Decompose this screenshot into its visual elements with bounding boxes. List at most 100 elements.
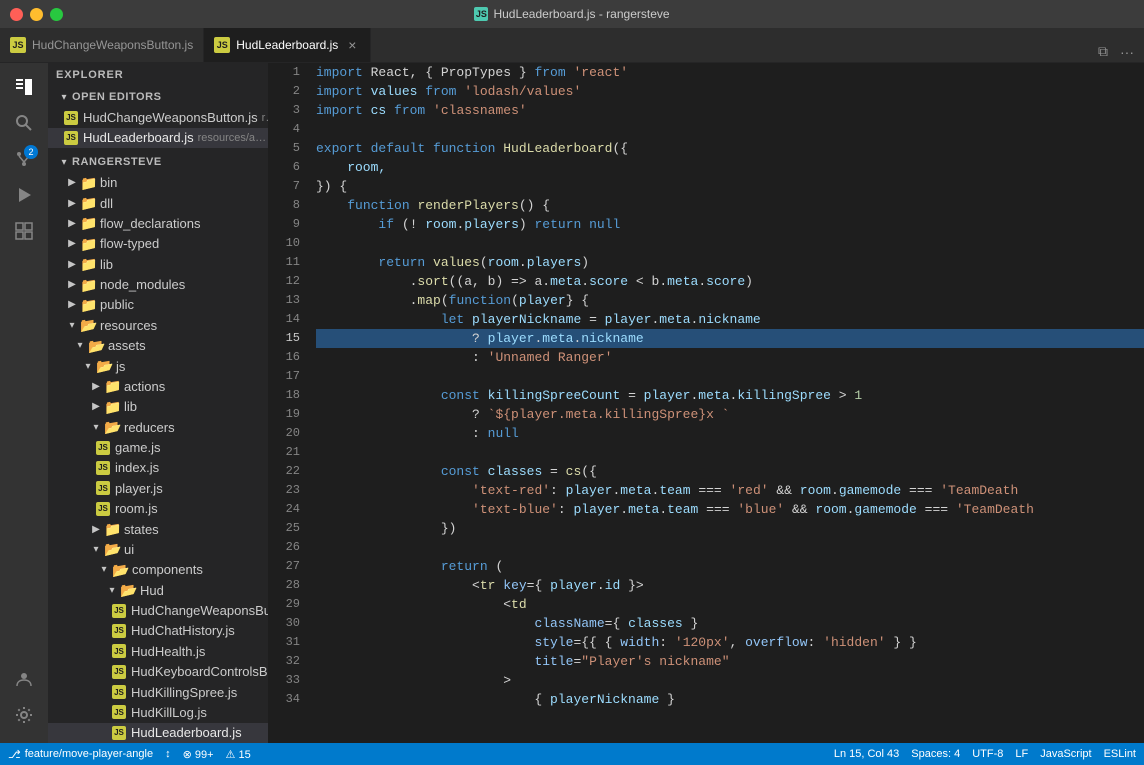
debug-icon[interactable] — [8, 179, 40, 211]
folder-flow-declarations[interactable]: ▶ 📁 flow_declarations — [48, 213, 268, 233]
line-ending-status[interactable]: LF — [1015, 748, 1028, 760]
folder-icon: 📂 — [104, 419, 120, 435]
open-editor-hudchangeweapons[interactable]: JS HudChangeWeaponsButton.js resources/a… — [48, 107, 268, 127]
js-file-icon: JS — [112, 624, 126, 638]
branch-name: feature/move-player-angle — [25, 748, 153, 760]
folder-node-modules[interactable]: ▶ 📁 node_modules — [48, 274, 268, 294]
file-hudchathistory[interactable]: JS HudChatHistory.js — [48, 621, 268, 641]
maximize-button[interactable] — [50, 8, 63, 21]
folder-icon: 📂 — [104, 541, 120, 557]
line-number: 16 — [268, 348, 300, 367]
code-lines[interactable]: import React, { PropTypes } from 'react'… — [308, 63, 1144, 743]
tab-label: HudLeaderboard.js — [236, 38, 338, 52]
tab-label: HudChangeWeaponsButton.js — [32, 38, 193, 52]
code-line: : 'Unnamed Ranger' — [316, 348, 1144, 367]
file-hudhealth[interactable]: JS HudHealth.js — [48, 641, 268, 661]
file-room-js[interactable]: JS room.js — [48, 499, 268, 519]
line-number: 2 — [268, 82, 300, 101]
file-hudkeyboardcontrolsbutton[interactable]: JS HudKeyboardControlsButton.js — [48, 662, 268, 682]
folder-actions[interactable]: ▶ 📁 actions — [48, 376, 268, 396]
errors-label: ⊗ 99+ — [183, 748, 214, 761]
folder-public[interactable]: ▶ 📁 public — [48, 295, 268, 315]
file-player-js[interactable]: JS player.js — [48, 478, 268, 498]
tab-hudleaderboard[interactable]: JS HudLeaderboard.js × — [204, 27, 371, 62]
folder-lib[interactable]: ▶ 📁 lib — [48, 254, 268, 274]
folder-components[interactable]: ▾ 📂 components — [48, 560, 268, 580]
file-hudkillingspree[interactable]: JS HudKillingSpree.js — [48, 682, 268, 702]
folder-dll[interactable]: ▶ 📁 dll — [48, 193, 268, 213]
encoding-status[interactable]: UTF-8 — [972, 748, 1003, 760]
file-hudleaderboard[interactable]: JS HudLeaderboard.js — [48, 723, 268, 743]
errors-status[interactable]: ⊗ 99+ — [183, 748, 214, 761]
extensions-icon[interactable] — [8, 215, 40, 247]
folder-arrow: ▾ — [88, 419, 104, 435]
line-number: 6 — [268, 158, 300, 177]
close-button[interactable] — [10, 8, 23, 21]
folder-arrow: ▶ — [64, 175, 80, 191]
js-file-icon: JS — [64, 131, 78, 145]
code-line: import values from 'lodash/values' — [316, 82, 1144, 101]
more-button[interactable]: ··· — [1118, 42, 1136, 62]
folder-reducers[interactable]: ▾ 📂 reducers — [48, 417, 268, 437]
folder-icon: 📁 — [80, 175, 96, 191]
file-game-js[interactable]: JS game.js — [48, 437, 268, 457]
folder-icon: 📂 — [88, 338, 104, 354]
spaces-status[interactable]: Spaces: 4 — [911, 748, 960, 760]
root-header[interactable]: ▾ RANGERSTEVE — [48, 152, 268, 172]
line-number: 15 — [268, 329, 300, 348]
file-label: HudHealth.js — [131, 644, 205, 659]
code-line: > — [316, 671, 1144, 690]
sync-status[interactable]: ↕ — [165, 748, 171, 760]
folder-hud[interactable]: ▾ 📂 Hud — [48, 580, 268, 600]
account-icon[interactable] — [8, 663, 40, 695]
folder-states[interactable]: ▶ 📁 states — [48, 519, 268, 539]
linter-status[interactable]: ESLint — [1104, 748, 1136, 760]
folder-lib2[interactable]: ▶ 📁 lib — [48, 397, 268, 417]
folder-resources[interactable]: ▾ 📂 resources — [48, 315, 268, 335]
folder-ui[interactable]: ▾ 📂 ui — [48, 539, 268, 559]
file-hudchangeweaponsbutton[interactable]: JS HudChangeWeaponsButton.js — [48, 600, 268, 620]
js-file-icon: JS — [96, 441, 110, 455]
file-index-js[interactable]: JS index.js — [48, 458, 268, 478]
folder-assets[interactable]: ▾ 📂 assets — [48, 336, 268, 356]
line-number: 3 — [268, 101, 300, 120]
code-area[interactable]: 1234567891011121314151617181920212223242… — [268, 63, 1144, 743]
settings-icon[interactable] — [8, 699, 40, 731]
language-status[interactable]: JavaScript — [1040, 748, 1091, 760]
js-file-icon: JS — [112, 705, 126, 719]
open-editor-name: HudChangeWeaponsButton.js — [83, 110, 258, 125]
branch-status[interactable]: ⎇ feature/move-player-angle — [8, 748, 153, 761]
warnings-status[interactable]: ⚠ 15 — [226, 748, 251, 761]
tab-close-button[interactable]: × — [344, 37, 360, 53]
folder-bin[interactable]: ▶ 📁 bin — [48, 173, 268, 193]
search-icon[interactable] — [8, 107, 40, 139]
explorer-icon[interactable] — [8, 71, 40, 103]
code-line: import React, { PropTypes } from 'react' — [316, 63, 1144, 82]
split-editor-button[interactable]: ⧉ — [1096, 41, 1110, 62]
folder-js[interactable]: ▾ 📂 js — [48, 356, 268, 376]
folder-icon: 📁 — [80, 256, 96, 272]
position-status[interactable]: Ln 15, Col 43 — [834, 748, 899, 760]
line-number: 27 — [268, 557, 300, 576]
folder-icon: 📂 — [120, 582, 136, 598]
tab-hudchangeweaponsbutton[interactable]: JS HudChangeWeaponsButton.js — [0, 27, 204, 62]
folder-arrow: ▾ — [64, 317, 80, 333]
folder-label: lib — [124, 399, 137, 414]
minimize-button[interactable] — [30, 8, 43, 21]
code-line — [316, 538, 1144, 557]
code-line: 'text-red': player.meta.team === 'red' &… — [316, 481, 1144, 500]
code-line: room, — [316, 158, 1144, 177]
line-number: 31 — [268, 633, 300, 652]
code-line: style={{ { width: '120px', overflow: 'hi… — [316, 633, 1144, 652]
line-number: 1 — [268, 63, 300, 82]
source-control-icon[interactable]: 2 — [8, 143, 40, 175]
open-editor-hudleaderboard[interactable]: JS HudLeaderboard.js resources/assets/js… — [48, 128, 268, 148]
language-label: JavaScript — [1040, 748, 1091, 760]
code-line — [316, 234, 1144, 253]
folder-flow-typed[interactable]: ▶ 📁 flow-typed — [48, 234, 268, 254]
code-line: export default function HudLeaderboard({ — [316, 139, 1144, 158]
folder-arrow: ▾ — [80, 358, 96, 374]
file-hudkilllog[interactable]: JS HudKillLog.js — [48, 702, 268, 722]
open-editors-header[interactable]: ▾ OPEN EDITORS — [48, 87, 268, 107]
file-label: player.js — [115, 481, 163, 496]
